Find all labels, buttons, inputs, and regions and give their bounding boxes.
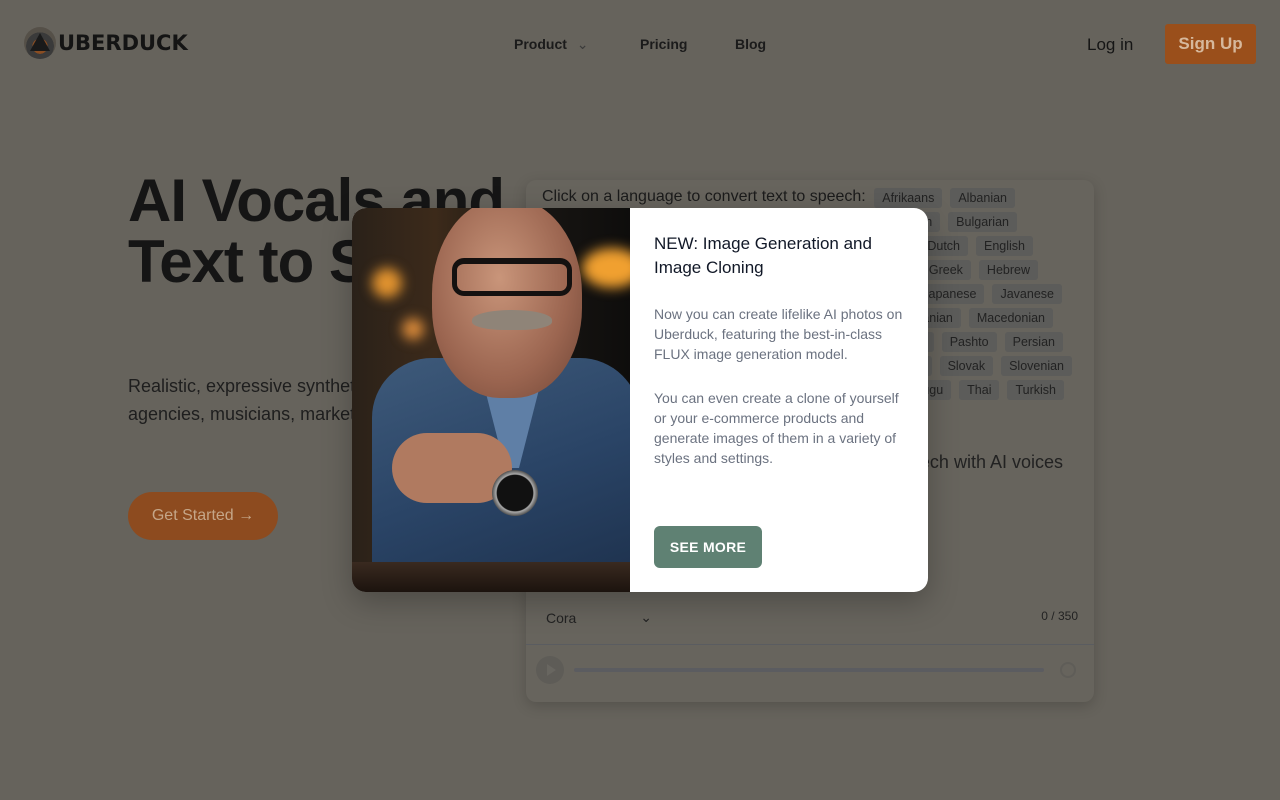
audio-progress-slider[interactable] <box>574 668 1044 672</box>
nav-blog[interactable]: Blog <box>735 36 766 52</box>
language-tag[interactable]: Pashto <box>941 332 997 352</box>
language-row: Greek Hebrew <box>920 260 1038 280</box>
language-row: Japanese Javanese <box>914 284 1062 304</box>
duck-logo-icon <box>24 27 56 59</box>
language-tag[interactable]: Afrikaans <box>874 188 943 208</box>
nav-pricing[interactable]: Pricing <box>640 36 687 52</box>
language-tag[interactable]: Albanian <box>950 188 1015 208</box>
language-tag[interactable]: Greek <box>920 260 971 280</box>
modal-paragraph-2: You can even create a clone of yourself … <box>654 390 899 466</box>
voice-value: Cora <box>546 609 577 626</box>
brand-logo[interactable]: UBERDUCK <box>24 27 188 59</box>
announcement-modal: NEW: Image Generation and Image Cloning … <box>352 208 928 592</box>
language-tag[interactable]: Macedonian <box>968 308 1053 328</box>
play-button[interactable] <box>536 656 564 684</box>
language-tag[interactable]: Turkish <box>1007 380 1064 400</box>
get-started-button[interactable]: Get Started → <box>128 492 278 540</box>
brand-name: UBERDUCK <box>58 31 188 55</box>
language-tag[interactable]: Bulgarian <box>948 212 1017 232</box>
language-tag[interactable]: Slovak <box>939 356 994 376</box>
language-tag[interactable]: English <box>976 236 1033 256</box>
login-link[interactable]: Log in <box>1087 35 1133 55</box>
language-tag[interactable]: Thai <box>959 380 1000 400</box>
voice-select[interactable]: Cora ⌄ <box>546 609 652 626</box>
language-prompt: Click on a language to convert text to s… <box>542 188 866 205</box>
see-more-button[interactable]: SEE MORE <box>654 526 762 568</box>
language-row: Dutch English <box>919 236 1033 256</box>
char-count: 0 / 350 <box>1041 609 1078 623</box>
modal-paragraph-1: Now you can create lifelike AI photos on… <box>654 306 903 362</box>
refresh-icon[interactable] <box>1060 662 1076 678</box>
language-tag[interactable]: Hebrew <box>978 260 1038 280</box>
language-tag[interactable]: Persian <box>1004 332 1063 352</box>
chevron-down-icon: ⌄ <box>576 36 589 52</box>
nav-product[interactable]: Product ⌄ <box>514 36 589 53</box>
chevron-down-icon: ⌄ <box>640 609 652 625</box>
language-tag[interactable]: Javanese <box>992 284 1062 304</box>
modal-title: NEW: Image Generation and Image Cloning <box>654 234 872 277</box>
language-tag[interactable]: Slovenian <box>1001 356 1072 376</box>
signup-button[interactable]: Sign Up <box>1165 24 1256 64</box>
top-nav: UBERDUCK Product ⌄ Pricing Blog Log in S… <box>0 0 1280 88</box>
divider <box>526 644 1094 645</box>
nav-product-label: Product <box>514 36 567 52</box>
promo-portrait-image <box>352 208 630 592</box>
language-row: Afrikaans Albanian <box>874 188 1015 208</box>
